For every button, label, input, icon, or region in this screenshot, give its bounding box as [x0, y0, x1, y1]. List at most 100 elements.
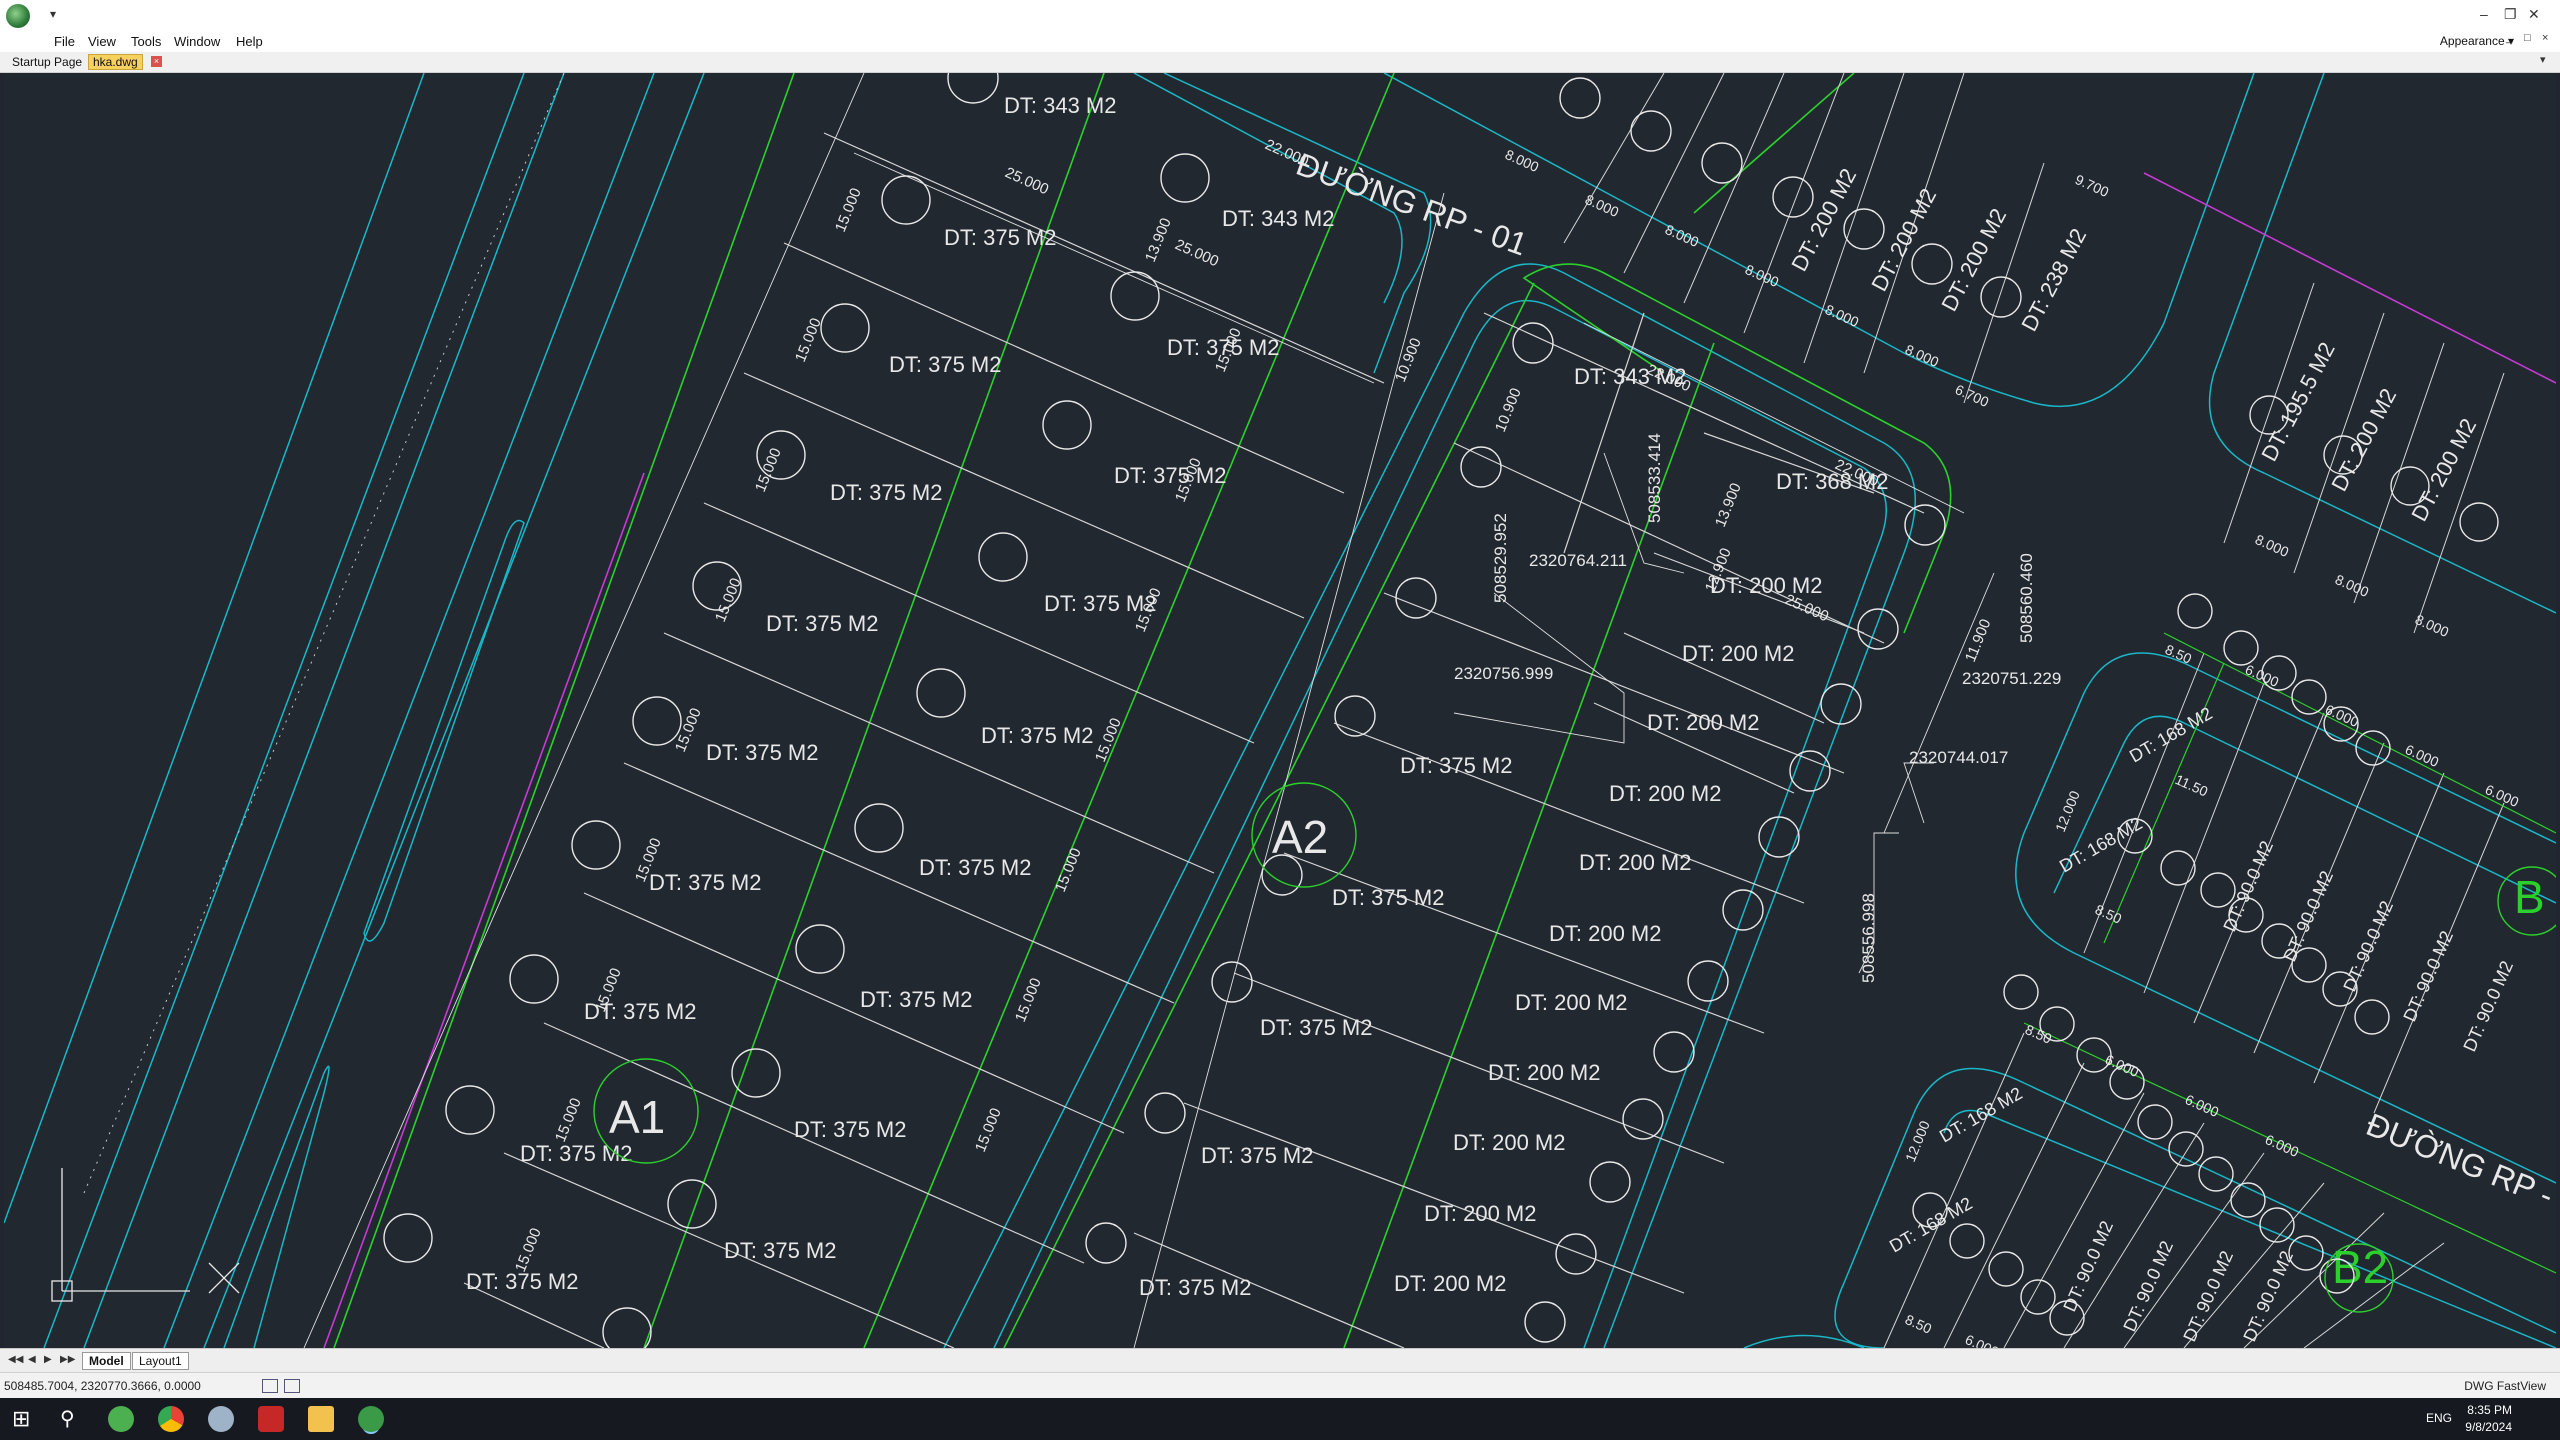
- restore-button[interactable]: ❐: [2504, 6, 2517, 23]
- dimension-label: 8.000: [2413, 611, 2452, 640]
- taskbar-tool-icon[interactable]: [208, 1406, 234, 1432]
- dimension-label: 13.900: [1142, 216, 1175, 265]
- layout-tab-bar: ◀◀ ◀ ▶ ▶▶ Model Layout1: [0, 1348, 2560, 1373]
- dimension-label: 8.50: [2163, 641, 2195, 667]
- area-label: DT: 375 M2: [860, 987, 973, 1012]
- quick-access-dropdown[interactable]: ▾: [50, 7, 56, 21]
- dimension-label: 13.900: [1712, 481, 1745, 530]
- tab-hka-dwg[interactable]: hka.dwg: [88, 54, 143, 70]
- language-indicator[interactable]: ENG: [2426, 1411, 2452, 1425]
- area-label: DT: 375 M2: [981, 723, 1094, 748]
- grid-icon[interactable]: [284, 1379, 300, 1393]
- area-label: DT: 168 M2: [1936, 1083, 2026, 1146]
- next-layout-button[interactable]: ▶: [44, 1354, 52, 1365]
- dimension-label: 12.000: [2052, 788, 2083, 834]
- doc-restore-button[interactable]: □: [2524, 32, 2531, 44]
- snap-icon[interactable]: [262, 1379, 278, 1393]
- area-label: DT: 200 M2: [1515, 990, 1628, 1015]
- area-label: DT: 200 M2: [1424, 1201, 1537, 1226]
- clock-date: 9/8/2024: [2465, 1420, 2512, 1434]
- dimension-label: 8.50: [2093, 901, 2125, 927]
- search-icon[interactable]: ⚲: [60, 1406, 86, 1432]
- dimension-label: 15.000: [552, 1096, 585, 1145]
- area-label: DT: 375 M2: [1260, 1015, 1373, 1040]
- clock[interactable]: 8:35 PM 9/8/2024: [2465, 1402, 2512, 1436]
- dimension-label: 10.900: [1392, 336, 1425, 385]
- dimension-label: 8.000: [1903, 341, 1942, 370]
- area-label: DT: 200 M2: [1394, 1271, 1507, 1296]
- dimension-label: 15.000: [1012, 976, 1045, 1025]
- menu-help[interactable]: Help: [236, 34, 263, 49]
- windows-taskbar: ⊞ ⚲ ENG 8:35 PM 9/8/2024: [0, 1398, 2560, 1440]
- area-label: DT: 200 M2: [1866, 184, 1941, 295]
- menu-tools[interactable]: Tools: [131, 34, 161, 49]
- dimension-label: 8.50: [1903, 1311, 1935, 1337]
- area-label: DT: 200 M2: [1682, 641, 1795, 666]
- area-label: DT: 375 M2: [1201, 1143, 1314, 1168]
- area-label: DT: 375 M2: [830, 480, 943, 505]
- area-label: DT: 200 M2: [1609, 781, 1722, 806]
- appearance-dropdown[interactable]: Appearance ▾: [2440, 34, 2514, 48]
- dimension-label: 6.000: [2263, 1131, 2302, 1160]
- first-layout-button[interactable]: ◀◀: [8, 1354, 23, 1365]
- tab-startup-page[interactable]: Startup Page: [8, 55, 86, 69]
- dimension-label: 15.000: [1092, 716, 1125, 765]
- dimension-label: 8.000: [1823, 301, 1862, 330]
- dimension-label: 15.000: [792, 316, 825, 365]
- area-label: DT: 375 M2: [1139, 1275, 1252, 1300]
- coordinate-label: 2320751.229: [1962, 669, 2061, 688]
- dimension-label: 12.000: [1902, 1118, 1933, 1164]
- block-label-b: B: [2514, 871, 2545, 923]
- dimension-label: 8.000: [1503, 146, 1542, 175]
- taskbar-app-icon[interactable]: [108, 1406, 134, 1432]
- dimension-label: 8.000: [2253, 531, 2292, 560]
- dwg-fastview-taskbar-icon[interactable]: [358, 1406, 384, 1432]
- file-explorer-icon[interactable]: [308, 1406, 334, 1432]
- close-button[interactable]: ✕: [2528, 6, 2540, 23]
- menu-file[interactable]: File: [54, 34, 75, 49]
- ucs-icon: [51, 1168, 240, 1302]
- tab-model[interactable]: Model: [82, 1352, 131, 1370]
- taskbar-red-app-icon[interactable]: [258, 1406, 284, 1432]
- tab-layout1[interactable]: Layout1: [132, 1352, 189, 1370]
- doc-close-button[interactable]: ×: [2542, 32, 2548, 44]
- area-label: DT: 90.0 M2: [2399, 928, 2457, 1025]
- area-label: DT: 375 M2: [1114, 463, 1227, 488]
- area-label: DT: 238 M2: [2016, 224, 2091, 335]
- coordinate-label: 2320744.017: [1909, 748, 2008, 767]
- tab-close-icon[interactable]: ×: [151, 56, 162, 67]
- area-label: DT: 375 M2: [1400, 753, 1513, 778]
- area-label: DT: 200 M2: [1786, 164, 1861, 275]
- dimension-label: 15.000: [972, 1106, 1005, 1155]
- dimension-label: 9.700: [2073, 171, 2112, 200]
- last-layout-button[interactable]: ▶▶: [60, 1354, 75, 1365]
- road-label-rp01: ĐƯỜNG RP - 01: [1292, 146, 1532, 263]
- area-label: DT: 200 M2: [1647, 710, 1760, 735]
- dimension-label: 8.50: [2023, 1021, 2055, 1047]
- cad-drawing: ĐƯỜNG RP - 01 ĐƯỜNG RP - A1 A2 B2 B DT: …: [4, 73, 2556, 1348]
- drawing-canvas[interactable]: ĐƯỜNG RP - 01 ĐƯỜNG RP - A1 A2 B2 B DT: …: [4, 73, 2556, 1348]
- area-label: DT: 200 M2: [1488, 1060, 1601, 1085]
- area-label: DT: 375 M2: [919, 855, 1032, 880]
- doc-minimize-button[interactable]: _: [2506, 32, 2512, 44]
- start-icon[interactable]: ⊞: [12, 1406, 38, 1432]
- tab-list-dropdown[interactable]: ▾: [2540, 53, 2546, 66]
- menu-view[interactable]: View: [88, 34, 116, 49]
- coordinate-label: 508560.460: [2017, 553, 2036, 643]
- dimension-label: 10.900: [1492, 386, 1525, 435]
- dimension-label: 6.000: [1963, 1331, 2002, 1348]
- dimension-label: 8.000: [2333, 571, 2372, 600]
- area-label: DT: 343 M2: [1004, 93, 1117, 118]
- dimension-label: 15.000: [712, 576, 745, 625]
- chrome-icon[interactable]: [158, 1406, 184, 1432]
- area-label: DT: 375 M2: [766, 611, 879, 636]
- document-tab-bar: Startup Page hka.dwg × ▾: [0, 52, 2560, 73]
- menu-bar: File View Tools Window Help Appearance ▾…: [0, 30, 2560, 52]
- dimension-label: 11.900: [1962, 617, 1995, 665]
- menu-window[interactable]: Window: [174, 34, 220, 49]
- minimize-button[interactable]: –: [2480, 6, 2488, 22]
- dimension-label: 15.000: [1052, 846, 1085, 895]
- prev-layout-button[interactable]: ◀: [28, 1354, 36, 1365]
- app-logo-icon[interactable]: [6, 4, 30, 28]
- cursor-coordinates: 508485.7004, 2320770.3666, 0.0000: [4, 1379, 201, 1393]
